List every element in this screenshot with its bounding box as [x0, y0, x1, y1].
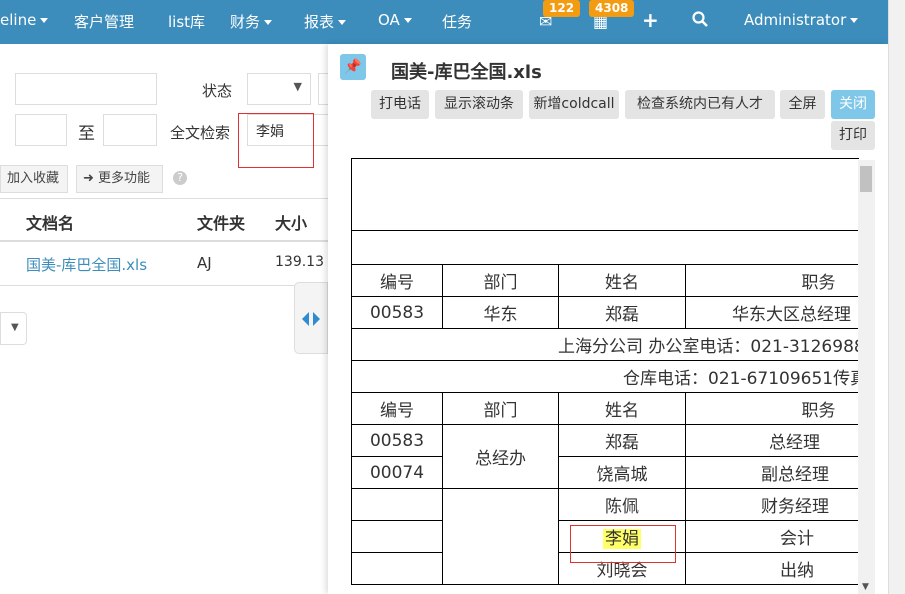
add-bookmark-button[interactable]: 加入收藏	[0, 165, 68, 193]
search-icon[interactable]	[692, 11, 708, 31]
table-row: 00583 华东 郑磊 华东大区总经理	[351, 296, 859, 329]
cell	[351, 488, 443, 521]
fulltext-label: 全文检索	[170, 124, 231, 142]
cell: 陈佩	[558, 488, 686, 521]
cell	[442, 488, 559, 585]
cell: 郑磊	[558, 296, 686, 329]
more-functions-button[interactable]: ➜ 更多功能	[76, 165, 163, 193]
nav-pipeline[interactable]: eline	[0, 11, 48, 29]
nav-tasks[interactable]: 任务	[442, 11, 472, 32]
nav-list-library[interactable]: list库	[168, 11, 205, 32]
cell: 总经办	[442, 424, 559, 489]
pin-icon[interactable]: 📌	[340, 54, 366, 80]
col-size[interactable]: 大小	[275, 210, 307, 234]
highlight-box	[238, 113, 314, 168]
cell: 姓名	[558, 392, 686, 425]
new-coldcall-button[interactable]: 新增coldcall	[529, 90, 619, 119]
print-button[interactable]: 打印	[831, 121, 875, 150]
calendar-badge: 4308	[589, 0, 635, 17]
mail-badge: 122	[543, 0, 581, 17]
doc-link[interactable]: 国美-库巴全国.xls	[26, 254, 147, 275]
page-scrollbar[interactable]	[888, 0, 905, 594]
help-icon[interactable]: ?	[173, 171, 187, 185]
header-row: 编号 部门 姓名 职务	[351, 264, 859, 297]
filter-input[interactable]	[15, 73, 157, 105]
plus-icon[interactable]: +	[642, 8, 659, 32]
nav-oa[interactable]: OA	[378, 11, 412, 29]
user-menu[interactable]: Administrator	[744, 11, 858, 29]
close-button[interactable]: 关闭	[831, 90, 875, 119]
preview-scrollbar[interactable]: ▼	[858, 160, 875, 594]
show-scrollbar-button[interactable]: 显示滚动条	[435, 90, 523, 119]
cell: 00583	[351, 424, 443, 457]
preview-title: 国美-库巴全国.xls	[391, 62, 542, 83]
cell	[351, 552, 443, 585]
document-list-area: 状态 ▼ 至 全文检索 李娟 加入收藏 ➜ 更多功能 ? 文档名 文件夹 大小 …	[0, 44, 332, 594]
blank-row	[351, 230, 859, 265]
cell: 编号	[351, 392, 443, 425]
chevron-down-icon: ▼	[11, 322, 19, 333]
nav-customers[interactable]: 客户管理	[74, 11, 134, 32]
cell	[351, 520, 443, 553]
cell: 00074	[351, 456, 443, 489]
cell: 饶高城	[558, 456, 686, 489]
status-select[interactable]: ▼	[247, 73, 311, 105]
table-row: 00583 总经办 郑磊 总经理	[351, 424, 859, 489]
table-row: 00074 饶高城 副总经理	[351, 456, 859, 489]
doc-folder: AJ	[197, 254, 212, 272]
cell: 副总经理	[685, 456, 859, 489]
cell: 总经理	[685, 424, 859, 457]
top-nav: eline 客户管理 list库 财务 报表 OA 任务 ✉ 122 ▦ 430…	[0, 0, 905, 44]
scrollbar-thumb[interactable]	[860, 166, 872, 192]
more-functions-label: 更多功能	[98, 171, 151, 186]
nav-finance[interactable]: 财务	[230, 11, 272, 32]
cell: 出纳	[685, 552, 859, 585]
col-folder[interactable]: 文件夹	[197, 210, 245, 234]
chevron-down-icon: ▼	[293, 80, 302, 93]
col-doc-name[interactable]: 文档名	[26, 210, 74, 234]
cell: 郑磊	[558, 424, 686, 457]
page-size-select[interactable]: ▼	[0, 312, 27, 345]
cell: 编号	[351, 264, 443, 297]
scroll-down-icon[interactable]: ▼	[862, 582, 869, 592]
doc-size: 139.13	[275, 254, 324, 270]
sign-in-icon: ➜	[83, 171, 94, 186]
fullscreen-button[interactable]: 全屏	[780, 90, 825, 119]
to-label: 至	[78, 124, 95, 144]
cell: 财务经理	[685, 488, 859, 521]
cell: 姓名	[558, 264, 686, 297]
cell: 部门	[442, 264, 559, 297]
spreadsheet-table: 编号 部门 姓名 职务 00583 华东 郑磊 华东大区总经理 上海分公司 办公…	[351, 158, 859, 585]
table-row: 陈佩 财务经理	[351, 488, 859, 585]
check-talent-button[interactable]: 检查系统内已有人才	[625, 90, 775, 119]
date-to-input[interactable]	[103, 114, 157, 146]
cell: 华东	[442, 296, 559, 329]
status-label: 状态	[202, 82, 233, 100]
cell: 会计	[685, 520, 859, 553]
cell: 00583	[351, 296, 443, 329]
office-line: 上海分公司 办公室电话：021-3126988	[351, 328, 859, 361]
blank-row	[351, 158, 859, 231]
cell: 部门	[442, 392, 559, 425]
cell: 职务	[685, 264, 859, 297]
cell: 华东大区总经理	[685, 296, 859, 329]
match-highlight-box	[570, 525, 676, 563]
preview-panel: 📌 国美-库巴全国.xls 打电话 显示滚动条 新增coldcall 检查系统内…	[328, 44, 888, 594]
warehouse-line: 仓库电话：021-67109651传真	[351, 360, 859, 393]
nav-reports[interactable]: 报表	[304, 11, 346, 32]
call-button[interactable]: 打电话	[371, 90, 429, 119]
panel-toggle-button[interactable]	[294, 282, 328, 354]
date-from-input[interactable]	[15, 114, 67, 146]
cell: 职务	[685, 392, 859, 425]
header-row: 编号 部门 姓名 职务	[351, 392, 859, 425]
arrows-horizontal-icon	[302, 312, 320, 326]
